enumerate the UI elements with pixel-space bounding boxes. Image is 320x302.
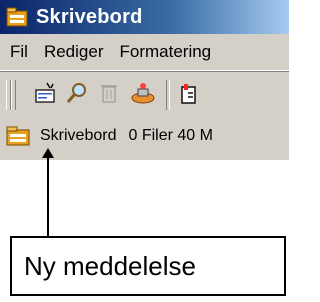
address-book-icon: [177, 81, 201, 110]
application-window: Skrivebord Fil Rediger Formatering Skriv…: [0, 0, 289, 160]
toolbar-grip-secondary[interactable]: [11, 80, 16, 110]
search-button[interactable]: [62, 80, 92, 110]
menu-edit[interactable]: Rediger: [36, 42, 112, 62]
delete-button[interactable]: [94, 80, 124, 110]
folder-desktop-icon: [6, 7, 28, 27]
send-receive-icon: [130, 81, 156, 110]
search-icon: [65, 81, 89, 110]
toolbar: [0, 71, 289, 119]
address-book-button[interactable]: [174, 80, 204, 110]
pointer-arrow-line: [47, 156, 49, 236]
new-message-icon: [33, 81, 57, 110]
window-title: Skrivebord: [36, 5, 143, 28]
status-file-info: 0 Filer 40 M: [128, 127, 213, 144]
menu-format[interactable]: Formatering: [112, 42, 220, 62]
menu-bar: Fil Rediger Formatering: [0, 34, 289, 71]
send-receive-button[interactable]: [128, 80, 158, 110]
status-location: Skrivebord: [40, 127, 117, 144]
callout-label: Ny meddelelse: [24, 250, 196, 281]
menu-file[interactable]: Fil: [0, 42, 36, 62]
callout-box: Ny meddelelse: [10, 236, 286, 296]
folder-desktop-icon: [6, 126, 30, 146]
new-message-button[interactable]: [30, 80, 60, 110]
title-bar[interactable]: Skrivebord: [0, 0, 289, 34]
delete-icon: [97, 81, 121, 110]
toolbar-separator: [166, 80, 170, 110]
